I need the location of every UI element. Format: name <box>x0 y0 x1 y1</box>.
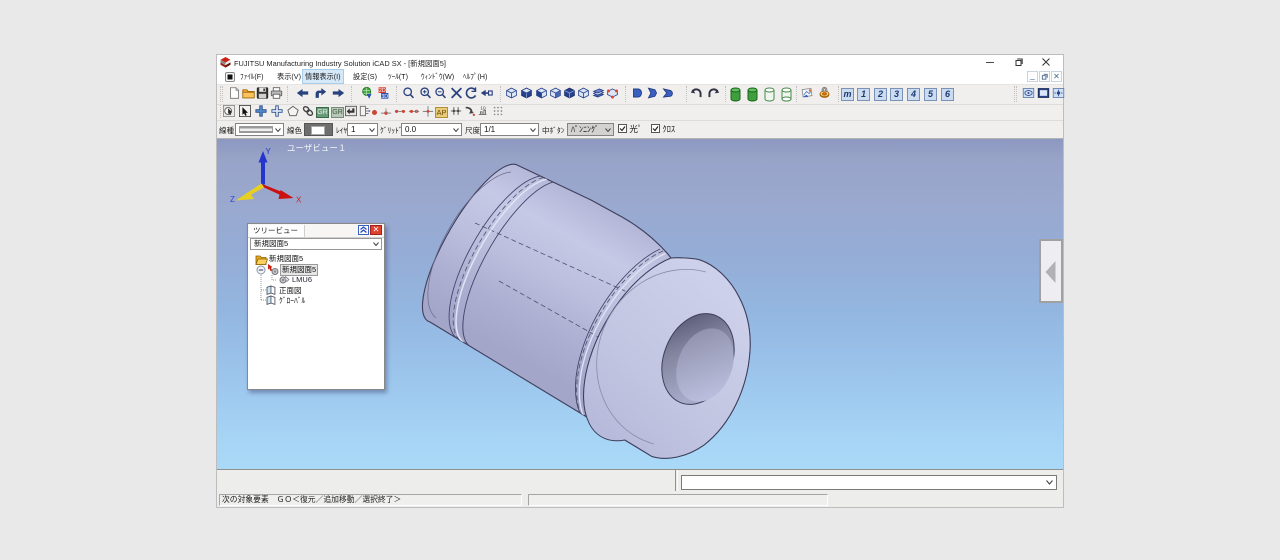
svg-text:Z: Z <box>230 195 235 204</box>
svg-text:X: X <box>296 196 302 205</box>
svg-text:3D: 3D <box>381 94 388 100</box>
svg-text:Y: Y <box>266 147 272 156</box>
